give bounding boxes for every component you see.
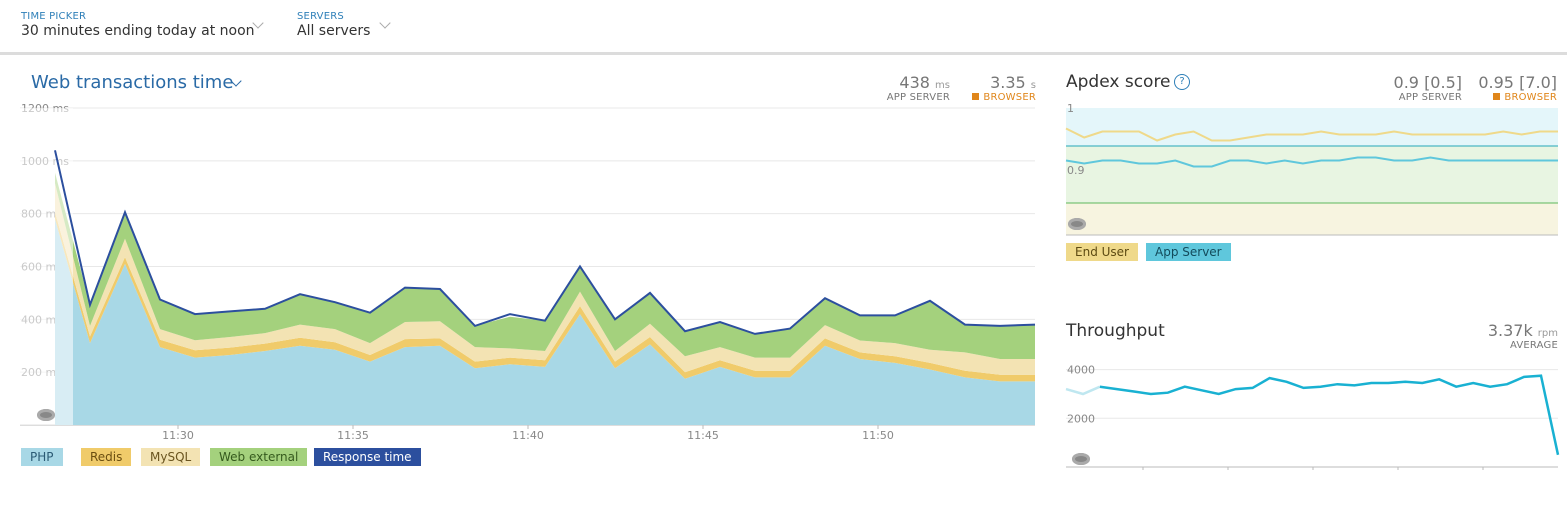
- servers-label: SERVERS: [297, 11, 344, 22]
- throughput-unit: rpm: [1537, 328, 1558, 339]
- chevron-down-icon[interactable]: [379, 17, 391, 29]
- throughput-chart: 40002000 11:3011:3511:4011:4511:50: [1065, 364, 1560, 470]
- apdex-chart: 10.9: [1065, 102, 1558, 236]
- response-time-line: [54, 150, 1036, 335]
- legend-mysql[interactable]: MySQL: [141, 448, 201, 466]
- legend-app-server[interactable]: App Server: [1146, 243, 1231, 261]
- help-icon[interactable]: ?: [1174, 74, 1190, 90]
- throughput-title: Throughput: [1066, 321, 1165, 341]
- app-server-unit: ms: [935, 80, 950, 91]
- web-external-area: [55, 172, 1035, 359]
- legend-end-user[interactable]: End User: [1066, 243, 1138, 261]
- app-server-value: 438: [899, 73, 930, 92]
- throughput-y-tick: 2000: [1067, 412, 1095, 425]
- time-picker-label: TIME PICKER: [21, 11, 87, 22]
- legend-web-external[interactable]: Web external: [210, 448, 308, 466]
- servers-picker[interactable]: SERVERS All servers: [297, 11, 370, 39]
- eye-icon[interactable]: [1068, 218, 1086, 230]
- browser-value: 3.35: [990, 73, 1026, 92]
- x-tick-label: 11:35: [337, 429, 369, 442]
- time-picker-value: 30 minutes ending today at noon: [21, 23, 255, 39]
- top-bar: TIME PICKER 30 minutes ending today at n…: [0, 0, 1567, 55]
- servers-value: All servers: [297, 23, 371, 39]
- throughput-value: 3.37k: [1487, 321, 1533, 340]
- web-transactions-title[interactable]: Web transactions time: [31, 72, 233, 93]
- eye-icon[interactable]: [37, 409, 55, 421]
- eye-icon[interactable]: [1072, 453, 1090, 465]
- legend-response-time[interactable]: Response time: [314, 448, 421, 466]
- legend-redis[interactable]: Redis: [81, 448, 132, 466]
- apdex-y-tick: 1: [1067, 102, 1074, 115]
- apdex-y-tick: 0.9: [1067, 164, 1085, 177]
- x-tick-label: 11:30: [162, 429, 194, 442]
- x-tick-label: 11:40: [512, 429, 544, 442]
- throughput-y-tick: 4000: [1067, 364, 1095, 377]
- browser-unit: s: [1030, 80, 1036, 91]
- apdex-fair-band: [1066, 203, 1558, 235]
- apdex-excellent-band: [1066, 108, 1558, 146]
- throughput-faded-line: [1065, 385, 1101, 396]
- time-picker[interactable]: TIME PICKER 30 minutes ending today at n…: [21, 11, 255, 39]
- apdex-good-band: [1066, 146, 1558, 203]
- throughput-line: [1099, 374, 1560, 456]
- x-tick-label: 11:45: [687, 429, 719, 442]
- legend-php[interactable]: PHP: [21, 448, 63, 466]
- faded-region: [20, 108, 73, 425]
- apdex-browser-value: 0.95 [7.0]: [1478, 73, 1557, 92]
- apdex-title: Apdex score: [1066, 72, 1171, 92]
- apdex-app-server-value: 0.9 [0.5]: [1393, 73, 1462, 92]
- web-transactions-chart: 200 ms400 ms600 ms800 ms1000 ms1200 ms 1…: [20, 102, 1036, 442]
- x-tick-label: 11:50: [862, 429, 894, 442]
